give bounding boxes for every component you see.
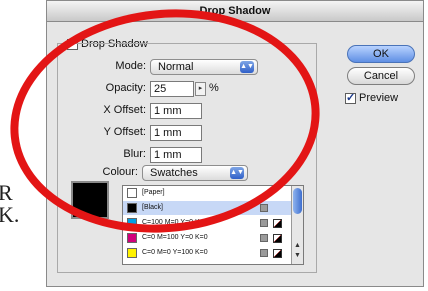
scrollbar-thumb[interactable] bbox=[293, 188, 302, 214]
scroll-down-icon[interactable]: ▼ bbox=[293, 252, 302, 259]
dialog-title: Drop Shadow bbox=[47, 1, 423, 22]
swatch-row-magenta[interactable]: C=0 M=100 Y=0 K=0 bbox=[123, 231, 292, 245]
cmyk-mode-icon bbox=[273, 219, 282, 228]
process-color-icon bbox=[260, 249, 268, 257]
opacity-label: Opacity: bbox=[105, 82, 146, 94]
swatch-name: [Paper] bbox=[142, 189, 165, 196]
swatch-row-paper[interactable]: [Paper] bbox=[123, 186, 292, 200]
background-text-line2: K. bbox=[0, 202, 20, 227]
preview-label: Preview bbox=[359, 92, 399, 104]
process-color-icon bbox=[260, 204, 268, 212]
cmyk-mode-icon bbox=[273, 234, 282, 243]
y-offset-input[interactable]: 1 mm bbox=[150, 125, 202, 141]
chevron-updown-icon: ▲▼ bbox=[230, 167, 244, 179]
mode-value: Normal bbox=[158, 61, 194, 73]
opacity-stepper-icon[interactable]: ▸ bbox=[195, 82, 206, 96]
process-color-icon bbox=[260, 234, 268, 242]
colour-label: Colour: bbox=[102, 166, 138, 178]
swatches-scrollbar[interactable]: ▲ ▼ bbox=[291, 186, 303, 264]
swatch-name: C=0 M=100 Y=0 K=0 bbox=[142, 234, 208, 241]
swatches-list[interactable]: [Paper] [Black] C=100 M=0 Y=0 K=0 C=0 M=… bbox=[122, 185, 304, 265]
swatch-color-chip bbox=[127, 203, 137, 213]
drop-shadow-dialog: Drop Shadow ✓ Drop Shadow Mode: Normal ▲… bbox=[46, 0, 424, 287]
colour-value: Swatches bbox=[150, 167, 198, 179]
swatch-color-chip bbox=[127, 218, 137, 228]
x-offset-label: X Offset: bbox=[103, 104, 146, 116]
colour-select[interactable]: Swatches ▲▼ bbox=[142, 165, 248, 181]
swatch-color-chip bbox=[127, 233, 137, 243]
chevron-updown-icon: ▲▼ bbox=[240, 61, 254, 73]
swatch-row-cyan[interactable]: C=100 M=0 Y=0 K=0 bbox=[123, 216, 292, 230]
process-color-icon bbox=[260, 219, 268, 227]
cmyk-mode-icon bbox=[273, 249, 282, 258]
x-offset-input[interactable]: 1 mm bbox=[150, 103, 202, 119]
swatch-name: C=0 M=0 Y=100 K=0 bbox=[142, 249, 208, 256]
swatch-name: [Black] bbox=[142, 204, 164, 211]
preview-checkbox[interactable]: ✓ bbox=[345, 93, 356, 104]
swatch-name: C=100 M=0 Y=0 K=0 bbox=[142, 219, 208, 226]
mode-label: Mode: bbox=[115, 60, 146, 72]
opacity-input[interactable]: 25 bbox=[150, 81, 194, 97]
scroll-up-icon[interactable]: ▲ bbox=[293, 242, 302, 249]
blur-input[interactable]: 1 mm bbox=[150, 147, 202, 163]
mode-select[interactable]: Normal ▲▼ bbox=[150, 59, 258, 75]
y-offset-label: Y Offset: bbox=[103, 126, 146, 138]
swatch-row-yellow[interactable]: C=0 M=0 Y=100 K=0 bbox=[123, 246, 292, 260]
ok-button[interactable]: OK bbox=[347, 45, 415, 63]
swatch-color-chip bbox=[127, 248, 137, 258]
swatch-row-black[interactable]: [Black] bbox=[123, 201, 292, 215]
swatch-color-chip bbox=[127, 188, 137, 198]
blur-label: Blur: bbox=[123, 148, 146, 160]
opacity-unit: % bbox=[209, 82, 219, 94]
shadow-color-swatch bbox=[71, 181, 109, 219]
cancel-button[interactable]: Cancel bbox=[347, 67, 415, 85]
